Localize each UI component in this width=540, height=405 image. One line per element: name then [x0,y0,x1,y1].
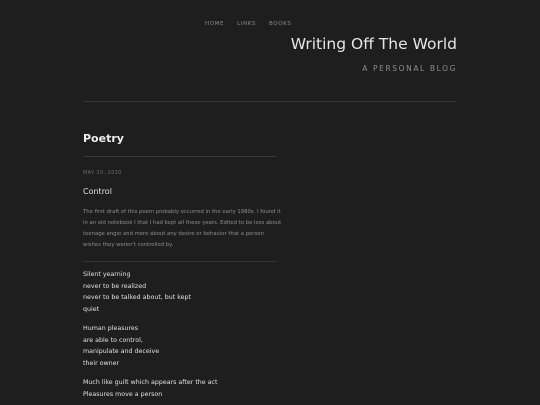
poem-line: are able to control, [83,336,143,344]
post-date: MAY 20, 2020 [83,171,122,176]
poem-line: quiet [83,306,100,314]
site-title[interactable]: Writing Off The World [291,35,457,53]
post-divider [83,261,277,262]
poem-line: Human pleasures [83,325,139,332]
nav-link-links[interactable]: LINKS [237,21,256,27]
poem-line: never to be realized [83,282,147,290]
category-title: Poetry [83,132,124,145]
post-title[interactable]: Control [83,187,112,196]
poem-line: Silent yearning [83,271,131,278]
top-nav: HOME LINKS BOOKS [205,21,291,27]
poem-line: never to be talked about, but kept [83,294,192,302]
site-subtitle: A PERSONAL BLOG [362,64,457,73]
poem-line: Much like guilt which appears after the … [83,379,218,386]
nav-link-home[interactable]: HOME [205,21,224,27]
poem-stanza: Silent yearning never to be realized nev… [83,269,191,316]
poem-stanza: Much like guilt which appears after the … [83,377,217,400]
poem-stanza: Human pleasures are able to control, man… [83,323,159,370]
category-divider [83,156,277,157]
poem-line: Pleasures move a person [83,390,163,398]
header-divider [83,101,456,102]
poem-line: manipulate and deceive [83,348,160,356]
poem-line: their owner [83,360,120,368]
nav-link-books[interactable]: BOOKS [269,21,291,27]
post-excerpt: The first draft of this poem probably oc… [83,209,282,248]
